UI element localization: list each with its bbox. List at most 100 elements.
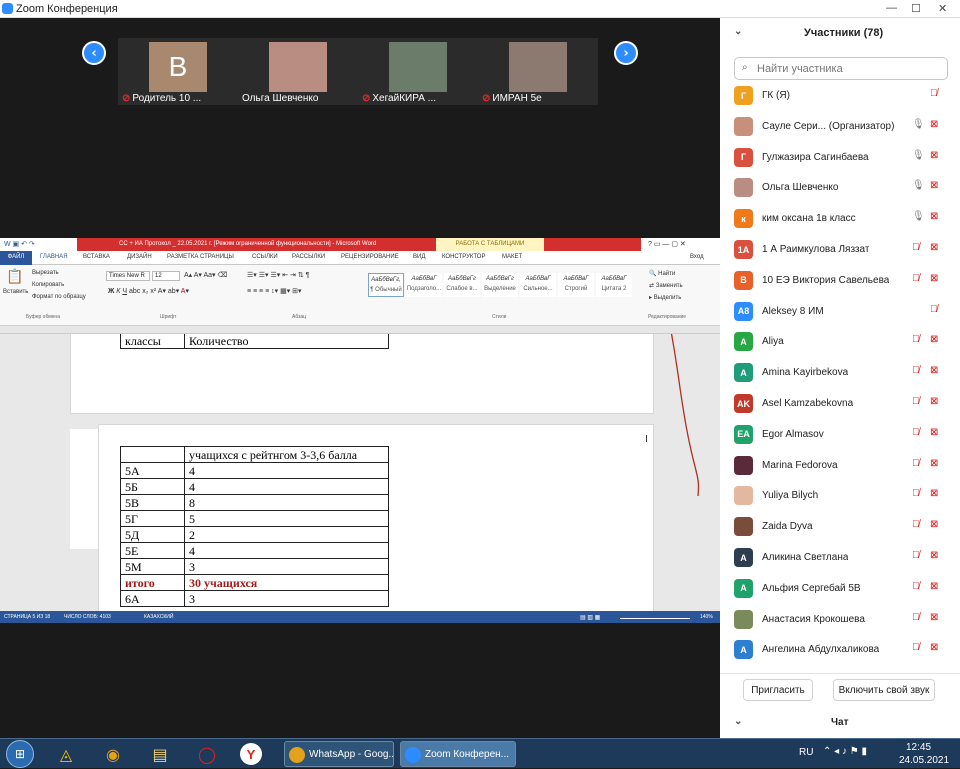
tab-constructor[interactable]: КОНСТРУКТОР <box>442 254 485 260</box>
table-cell[interactable]: 5Д <box>120 526 185 543</box>
mic-muted-icon[interactable]: 🎙̸ <box>912 458 924 472</box>
mic-icon[interactable]: 🎙 <box>912 180 925 194</box>
collapse-chevron-icon[interactable]: ⌄ <box>734 26 742 37</box>
format-painter-button[interactable]: Формат по образцу <box>32 294 86 300</box>
mic-muted-icon[interactable]: 🎙̸ <box>912 642 924 656</box>
chrome-icon[interactable]: ◉ <box>100 742 126 766</box>
tray-icons[interactable]: ⌃ ◂ ♪ ⚑ ▮ <box>823 746 867 757</box>
mic-muted-icon[interactable]: 🎙̸ <box>912 488 924 502</box>
camera-off-icon[interactable]: ⊠ <box>930 458 944 472</box>
camera-off-icon[interactable]: ⊠ <box>930 488 944 502</box>
participant-row[interactable]: EA Egor Almasov 🎙̸ ⊠ <box>720 421 960 452</box>
tab-table-layout[interactable]: МАКЕТ <box>502 254 522 260</box>
video-thumbnail[interactable]: ⊘ ИМРАН 5е <box>478 38 598 105</box>
camera-off-icon[interactable]: ⊠ <box>930 519 944 533</box>
clock-time[interactable]: 12:45 <box>906 742 931 753</box>
camera-off-icon[interactable]: ⊠ <box>930 550 944 564</box>
tab-file[interactable]: ФАЙЛ <box>0 251 32 265</box>
table-cell[interactable]: классы <box>120 334 185 349</box>
tab-home[interactable]: ГЛАВНАЯ <box>40 254 68 260</box>
chat-header[interactable]: ⌄ Чат <box>720 710 960 734</box>
participant-row[interactable]: 1А 1 А Раимкулова Ляззат 🎙̸ ⊠ <box>720 236 960 267</box>
language-indicator[interactable]: RU <box>799 747 813 758</box>
tab-insert[interactable]: ВСТАВКА <box>83 254 110 260</box>
view-mode-icons[interactable]: ▤ ▥ ▦ <box>580 614 600 621</box>
participant-row[interactable]: А Ангелина Абдулхаликова 🎙̸ ⊠ <box>720 636 960 667</box>
camera-off-icon[interactable]: ⊠ <box>930 211 944 225</box>
camera-off-icon[interactable]: ⊠ <box>930 612 944 626</box>
camera-off-icon[interactable]: ⊠ <box>930 365 944 379</box>
participant-search-input[interactable]: ⌕ Найти участника <box>734 57 948 80</box>
participant-row[interactable]: Ольга Шевченко 🎙 ⊠ <box>720 174 960 205</box>
mic-icon[interactable]: 🎙 <box>912 119 925 133</box>
video-thumbnail[interactable]: Ольга Шевченко <box>238 38 358 105</box>
participant-row[interactable]: В 10 ЕЭ Виктория Савельева 🎙̸ ⊠ <box>720 267 960 298</box>
table-cell[interactable]: 5Е <box>120 542 185 559</box>
align-buttons[interactable]: ≡ ≡ ≡ ≡ ↕▾ ▦▾ ⊞▾ <box>247 287 302 295</box>
style-emphasis[interactable]: АаБбВвГг Выделение <box>482 273 518 297</box>
camera-off-icon[interactable]: ⊠ <box>930 180 944 194</box>
invite-button[interactable]: Пригласить <box>743 679 813 701</box>
table-cell[interactable]: итого <box>120 574 185 591</box>
camera-off-icon[interactable]: ⊠ <box>930 242 944 256</box>
video-thumbnail[interactable]: ⊘ ХегайКИРА ... <box>358 38 478 105</box>
style-subtle[interactable]: АаБбВвГг Слабое в... <box>444 273 480 297</box>
participant-row[interactable]: А Аликина Светлана 🎙̸ ⊠ <box>720 544 960 575</box>
table-cell[interactable]: учащихся с рейтнгом 3-3,6 балла <box>184 446 389 463</box>
participant-row[interactable]: А8 Aleksey 8 ИМ 🎙̸ <box>720 298 960 329</box>
signin-link[interactable]: Вход <box>690 254 704 260</box>
list-buttons[interactable]: ☰▾ ☰▾ ☰▾ ⇤ ⇥ ⇅ ¶ <box>247 271 309 279</box>
table-cell[interactable]: 5В <box>120 494 185 511</box>
ruler[interactable] <box>0 326 720 334</box>
table-cell[interactable]: 6А <box>120 590 185 607</box>
style-quote[interactable]: АаБбВвГ Цитата 2 <box>596 273 632 297</box>
mic-muted-icon[interactable]: 🎙̸ <box>912 519 924 533</box>
camera-off-icon[interactable]: ⊠ <box>930 150 944 164</box>
camera-off-icon[interactable]: ⊠ <box>930 273 944 287</box>
next-page-button[interactable]: › <box>614 41 638 65</box>
camera-off-icon[interactable]: ⊠ <box>930 427 944 441</box>
table-cell[interactable]: 5М <box>120 558 185 575</box>
table-cell[interactable]: 5 <box>184 510 389 527</box>
font-format-buttons[interactable]: Ж К Ч abc x₂ x² A▾ ab▾ A▾ <box>108 287 189 295</box>
participant-row[interactable]: А Альфия Сергебай 5В 🎙̸ ⊠ <box>720 575 960 606</box>
window-controls-icon[interactable]: ? ▭ — ▢ ✕ <box>648 240 686 248</box>
taskbar-zoom[interactable]: Zoom Конферен... <box>400 741 516 767</box>
participant-row[interactable]: Г Гулжазира Сагинбаева 🎙 ⊠ <box>720 144 960 175</box>
status-language[interactable]: КАЗАХСКИЙ <box>144 614 173 620</box>
mic-muted-icon[interactable]: 🎙̸ <box>912 612 924 626</box>
table-cell[interactable]: Количество <box>184 334 389 349</box>
find-button[interactable]: 🔍 Найти <box>649 270 675 277</box>
participant-row[interactable]: Marina Fedorova 🎙̸ ⊠ <box>720 452 960 483</box>
camera-off-icon[interactable]: ⊠ <box>930 642 944 656</box>
minimize-icon[interactable]: — <box>886 2 897 14</box>
camera-off-icon[interactable]: ⊠ <box>930 581 944 595</box>
participant-row[interactable]: Zaida Dyva 🎙̸ ⊠ <box>720 513 960 544</box>
participant-row[interactable]: A Amina Kayirbekova 🎙̸ ⊠ <box>720 359 960 390</box>
mic-muted-icon[interactable]: 🎙̸ <box>912 273 924 287</box>
clock-date[interactable]: 24.05.2021 <box>899 755 949 766</box>
mic-icon[interactable]: 🎙 <box>912 211 925 225</box>
tab-design[interactable]: ДИЗАЙН <box>127 254 152 260</box>
yandex-icon[interactable]: Y <box>240 743 262 765</box>
camera-off-icon[interactable]: ⊠ <box>930 119 944 133</box>
prev-page-button[interactable]: ‹ <box>82 41 106 65</box>
mic-muted-icon[interactable]: 🎙̸ <box>912 581 924 595</box>
font-name-select[interactable]: Times New R <box>106 271 150 281</box>
cut-button[interactable]: Вырезать <box>32 270 59 276</box>
style-normal[interactable]: АаБбВвГг, ¶ Обычный <box>368 273 404 297</box>
font-grow-icon[interactable]: A▴ A▾ Aa▾ ⌫ <box>184 271 227 279</box>
paste-icon[interactable]: 📋 <box>6 268 23 285</box>
table-cell[interactable]: 2 <box>184 526 389 543</box>
table-cell[interactable]: 4 <box>184 462 389 479</box>
zoom-slider[interactable] <box>620 613 690 619</box>
participant-row[interactable]: Сауле Сери... (Организатор) 🎙 ⊠ <box>720 113 960 144</box>
table-cell[interactable]: 8 <box>184 494 389 511</box>
replace-button[interactable]: ⇄ Заменить <box>649 282 683 289</box>
mic-muted-icon[interactable]: 🎙̸ <box>930 304 942 318</box>
table-cell[interactable]: 5А <box>120 462 185 479</box>
style-strict[interactable]: АаБбВвГ Строгий <box>558 273 594 297</box>
tab-view[interactable]: ВИД <box>413 254 425 260</box>
mic-muted-icon[interactable]: 🎙̸ <box>912 550 924 564</box>
close-icon[interactable]: ✕ <box>938 2 947 15</box>
